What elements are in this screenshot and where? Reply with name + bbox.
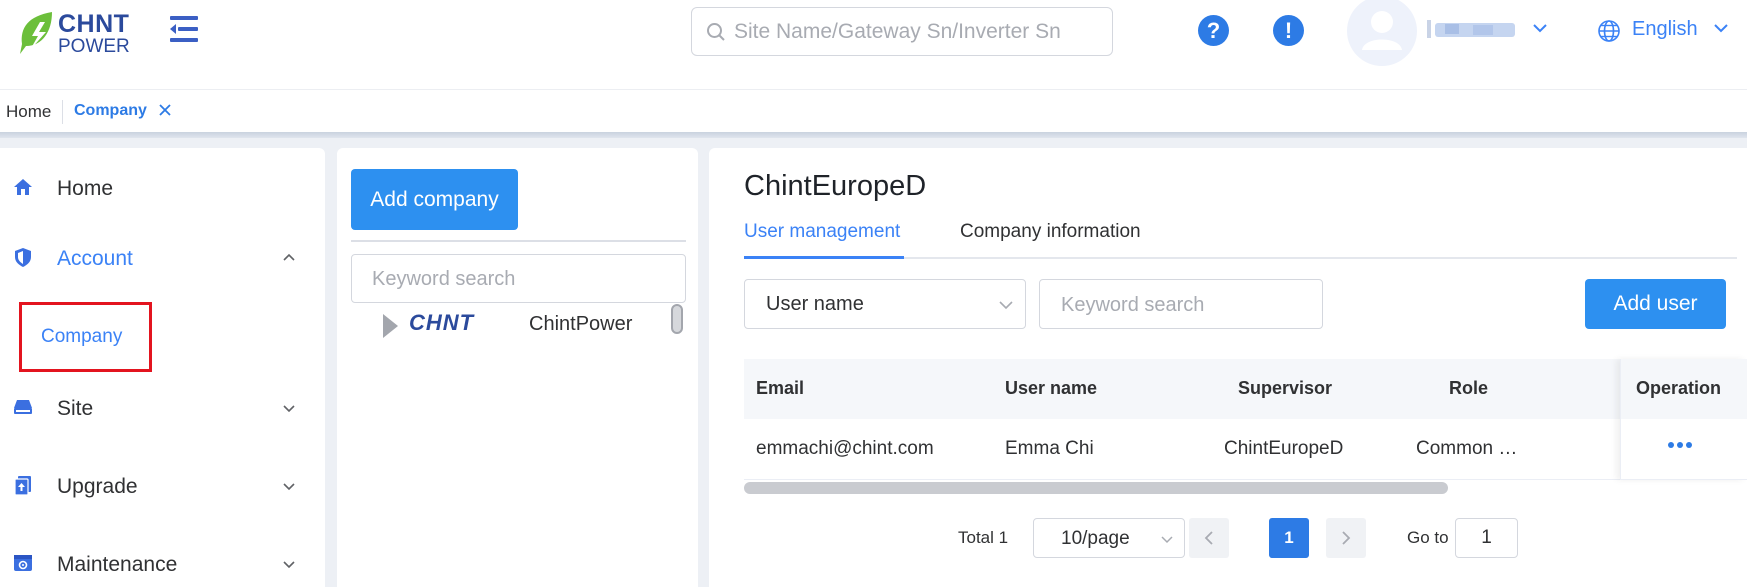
shield-icon: [15, 248, 31, 267]
close-icon[interactable]: [157, 102, 173, 118]
page-number-current[interactable]: 1: [1269, 518, 1309, 558]
chevron-down-icon: [283, 561, 295, 569]
sidebar-item-label: Site: [57, 397, 94, 420]
keyword-search-input[interactable]: [1061, 290, 1311, 320]
table-header: Email User name Supervisor Role: [744, 359, 1747, 419]
tree-search-input[interactable]: [372, 264, 672, 294]
tag-home[interactable]: Home: [6, 102, 51, 122]
logo-sub-text: POWER: [58, 36, 130, 57]
search-icon: [707, 23, 725, 41]
page-size-value: 10/page: [1061, 528, 1130, 549]
chnt-power-logo[interactable]: CHNT POWER: [18, 10, 140, 57]
chevron-down-icon: [1161, 536, 1173, 544]
goto-label: Go to: [1407, 528, 1449, 547]
help-icon[interactable]: ?: [1198, 15, 1229, 46]
user-avatar-icon: [1362, 11, 1402, 50]
sidebar-item-upgrade[interactable]: Upgrade: [0, 462, 325, 512]
goto-page-box[interactable]: [1455, 518, 1518, 558]
page-size-select[interactable]: 10/page: [1033, 518, 1185, 558]
prev-page-button[interactable]: [1189, 518, 1229, 558]
operation-cell: [1621, 419, 1747, 480]
tree-divider: [351, 240, 686, 242]
chevron-down-icon: [283, 405, 295, 413]
site-icon: [14, 400, 32, 414]
goto-page-input[interactable]: [1456, 525, 1517, 551]
sidebar-subitem-company[interactable]: Company: [19, 302, 152, 372]
tag-company[interactable]: Company: [74, 102, 147, 120]
table-horizontal-scrollbar[interactable]: [744, 482, 1448, 494]
operation-column: Operation: [1620, 359, 1747, 480]
globe-icon: [1598, 20, 1620, 42]
chevron-down-icon: [999, 301, 1013, 310]
avatar[interactable]: [1347, 0, 1417, 66]
column-header-operation: Operation: [1636, 378, 1722, 398]
sidebar-item-label: Home: [57, 177, 114, 200]
chevron-right-icon: [1342, 531, 1351, 545]
upgrade-icon: [14, 476, 31, 496]
alert-icon[interactable]: !: [1273, 15, 1304, 46]
cell-email: emmachi@chint.com: [756, 438, 934, 459]
tab-company-information[interactable]: Company information: [960, 221, 1141, 243]
home-icon: [14, 179, 32, 195]
blurred-user-name: [1427, 20, 1515, 38]
language-label: English: [1632, 18, 1698, 40]
keyword-search-box[interactable]: [1039, 279, 1323, 329]
tree-node-label: ChintPower: [529, 313, 633, 335]
global-search-box[interactable]: [691, 7, 1113, 56]
table-row[interactable]: emmachi@chint.com Emma Chi ChintEuropeD …: [744, 419, 1747, 480]
global-search-input[interactable]: [734, 16, 1099, 48]
pagination: Total 1 10/page 1 Go to: [709, 518, 1747, 558]
add-company-button[interactable]: Add company: [351, 169, 518, 230]
cell-supervisor: ChintEuropeD: [1224, 438, 1344, 459]
menu-toggle-icon[interactable]: [166, 14, 200, 44]
tree-search-box[interactable]: [351, 254, 686, 303]
column-header-email: Email: [756, 378, 805, 398]
user-menu-chevron-down-icon[interactable]: [1532, 22, 1548, 34]
filter-select-value: User name: [766, 293, 864, 315]
tree-node-chintpower[interactable]: CHNT ChintPower: [373, 306, 633, 342]
column-header-supervisor: Supervisor: [1238, 378, 1333, 398]
sidebar-item-label: Maintenance: [57, 553, 178, 576]
pagination-total: Total 1: [958, 528, 1009, 547]
sidebar-item-label: Account: [57, 247, 133, 270]
operation-header-cell: Operation: [1621, 359, 1747, 419]
sidebar-item-account[interactable]: Account: [0, 234, 325, 284]
maintenance-icon: [14, 555, 32, 571]
more-actions-icon[interactable]: [1667, 441, 1693, 449]
logo-brand-text: CHNT: [58, 10, 130, 38]
column-header-user-name: User name: [1005, 378, 1098, 398]
tag-divider: [62, 100, 63, 124]
next-page-button[interactable]: [1326, 518, 1366, 558]
company-tree-panel: Add company CHNT ChintPower: [337, 148, 698, 587]
leaf-icon: [20, 12, 52, 54]
chevron-down-icon: [283, 483, 295, 491]
breadcrumb: Home Company: [0, 89, 1747, 133]
top-header: CHNT POWER ? !: [0, 0, 1747, 88]
chevron-down-icon: [1714, 24, 1728, 33]
cell-role: Common …: [1416, 438, 1518, 459]
user-table: Email User name Supervisor Role emmachi@…: [744, 359, 1747, 480]
tab-user-management[interactable]: User management: [744, 221, 900, 243]
add-user-button[interactable]: Add user: [1585, 279, 1726, 329]
page-title: ChintEuropeD: [744, 170, 927, 202]
sidebar: Home Account Company Site Upgrade Mainte…: [0, 148, 325, 587]
sidebar-item-home[interactable]: Home: [0, 164, 325, 214]
column-header-role: Role: [1449, 378, 1489, 398]
chint-logo: CHNT: [409, 310, 475, 335]
sidebar-item-label: Upgrade: [57, 475, 138, 498]
sidebar-item-site[interactable]: Site: [0, 384, 325, 434]
filter-field-select[interactable]: User name: [744, 279, 1026, 329]
cell-user-name: Emma Chi: [1005, 438, 1094, 459]
sidebar-subitem-label: Company: [41, 326, 123, 347]
chevron-left-icon: [1204, 531, 1213, 545]
active-tab-indicator: [744, 256, 904, 259]
sidebar-item-maintenance[interactable]: Maintenance: [0, 540, 325, 587]
expand-caret-icon[interactable]: [383, 314, 398, 338]
main-panel: ChintEuropeD User management Company inf…: [709, 148, 1747, 587]
chevron-up-icon: [283, 253, 295, 261]
tree-scrollbar[interactable]: [671, 304, 683, 334]
